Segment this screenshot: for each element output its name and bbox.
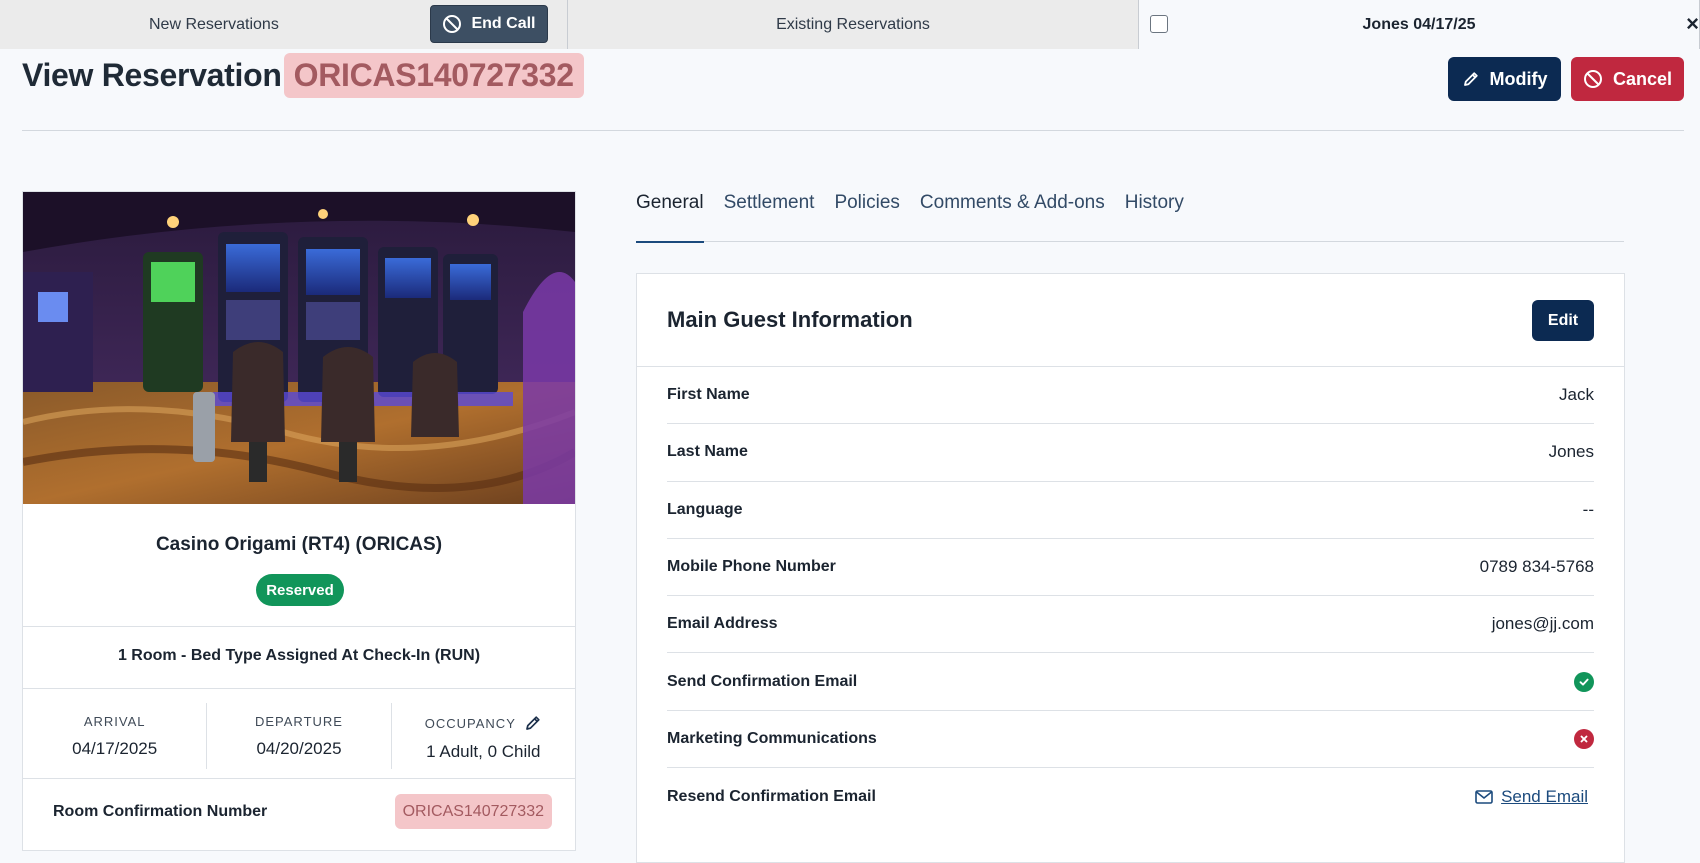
tab-settlement[interactable]: Settlement (724, 190, 815, 242)
cancel-button[interactable]: Cancel (1571, 57, 1684, 101)
send-email-link[interactable]: Send Email (1475, 787, 1588, 807)
tab-new-reservations-label: New Reservations (149, 15, 279, 33)
page-title: View Reservation ORICAS140727332 (22, 52, 584, 98)
status-badge: Reserved (256, 574, 344, 606)
x-icon (1574, 728, 1594, 749)
send-email-label: Send Email (1501, 786, 1588, 806)
room-confirmation-number: ORICAS140727332 (394, 794, 552, 829)
detail-tabs: General Settlement Policies Comments & A… (636, 190, 1624, 243)
field-marketing: Marketing Communications (667, 711, 1594, 769)
check-icon (1574, 671, 1594, 692)
tab-existing-reservations-label: Existing Reservations (776, 15, 930, 33)
end-call-label: End Call (471, 15, 536, 32)
field-first-name: First Name Jack (667, 367, 1594, 425)
room-type: 1 Room - Bed Type Assigned At Check-In (… (117, 647, 481, 664)
room-confirmation-row: Room Confirmation Number ORICAS140727332 (23, 779, 575, 851)
edit-button[interactable]: Edit (1532, 300, 1594, 341)
pencil-icon[interactable] (524, 714, 542, 732)
field-email: Email Address jones@jj.com (667, 596, 1594, 654)
end-call-button[interactable]: End Call (430, 5, 548, 43)
reservation-code: ORICAS140727332 (283, 52, 584, 98)
top-tab-bar: New Reservations End Call Existing Reser… (0, 0, 1700, 49)
stay-dates: ARRIVAL 04/17/2025 DEPARTURE 04/20/2025 … (23, 703, 575, 769)
field-mobile-phone: Mobile Phone Number 0789 834-5768 (667, 539, 1594, 597)
main-guest-panel: Main Guest Information Edit First Name J… (636, 273, 1625, 863)
header-divider (22, 130, 1684, 131)
card-divider (23, 626, 575, 627)
prohibited-icon (443, 15, 462, 33)
field-language: Language -- (667, 482, 1594, 539)
modify-label: Modify (1489, 68, 1548, 89)
tab-comments-addons[interactable]: Comments & Add-ons (920, 190, 1105, 242)
field-label: Mobile Phone Number (667, 558, 836, 576)
field-value: -- (1582, 499, 1594, 519)
field-label: Last Name (667, 443, 748, 461)
reservation-card: Casino Origami (RT4) (ORICAS) Reserved 1… (22, 191, 576, 851)
field-label: Email Address (667, 615, 778, 633)
page-title-text: View Reservation (22, 56, 282, 93)
arrival-column: ARRIVAL 04/17/2025 (23, 703, 206, 769)
field-label: Language (667, 500, 743, 518)
tab-history[interactable]: History (1125, 190, 1184, 242)
field-value: Jack (1559, 385, 1594, 405)
arrival-date: 04/17/2025 (72, 739, 158, 758)
card-divider (23, 688, 575, 689)
pencil-icon (1463, 72, 1478, 86)
tab-general[interactable]: General (636, 190, 704, 243)
tab-policies[interactable]: Policies (834, 190, 899, 242)
panel-header: Main Guest Information Edit (637, 274, 1624, 367)
tab-checkbox[interactable] (1150, 15, 1168, 33)
occupancy-column: OCCUPANCY 1 Adult, 0 Child (390, 703, 575, 769)
field-value: jones@jj.com (1491, 614, 1594, 634)
tab-new-reservations[interactable]: New Reservations End Call (0, 0, 568, 49)
field-resend-confirmation: Resend Confirmation Email Send Email (667, 768, 1594, 825)
arrival-label: ARRIVAL (83, 714, 146, 729)
departure-date: 04/20/2025 (256, 739, 342, 758)
field-label: Resend Confirmation Email (667, 787, 876, 805)
tab-jones-reservation[interactable]: Jones 04/17/25 × (1139, 0, 1700, 49)
property-image (23, 192, 575, 504)
modify-button[interactable]: Modify (1448, 57, 1561, 101)
departure-label: DEPARTURE (255, 714, 343, 729)
field-label: Send Confirmation Email (667, 672, 858, 690)
panel-title: Main Guest Information (667, 307, 913, 332)
tab-existing-reservations[interactable]: Existing Reservations (568, 0, 1139, 49)
tab-jones-label: Jones 04/17/25 (1362, 15, 1476, 33)
envelope-icon (1475, 789, 1493, 804)
occupancy-label: OCCUPANCY (424, 715, 516, 731)
departure-column: DEPARTURE 04/20/2025 (206, 703, 390, 769)
cancel-label: Cancel (1612, 68, 1673, 89)
room-confirmation-label: Room Confirmation Number (53, 803, 268, 820)
field-value: Jones (1548, 442, 1594, 462)
field-value: 0789 834-5768 (1479, 557, 1594, 577)
occupancy-value: 1 Adult, 0 Child (426, 742, 541, 761)
field-last-name: Last Name Jones (667, 424, 1594, 482)
property-name: Casino Origami (RT4) (ORICAS) (155, 534, 443, 555)
field-label: First Name (667, 386, 750, 404)
field-label: Marketing Communications (667, 729, 877, 747)
close-icon[interactable]: × (1686, 13, 1699, 35)
field-send-confirmation: Send Confirmation Email (667, 653, 1594, 711)
prohibited-icon (1583, 70, 1602, 88)
